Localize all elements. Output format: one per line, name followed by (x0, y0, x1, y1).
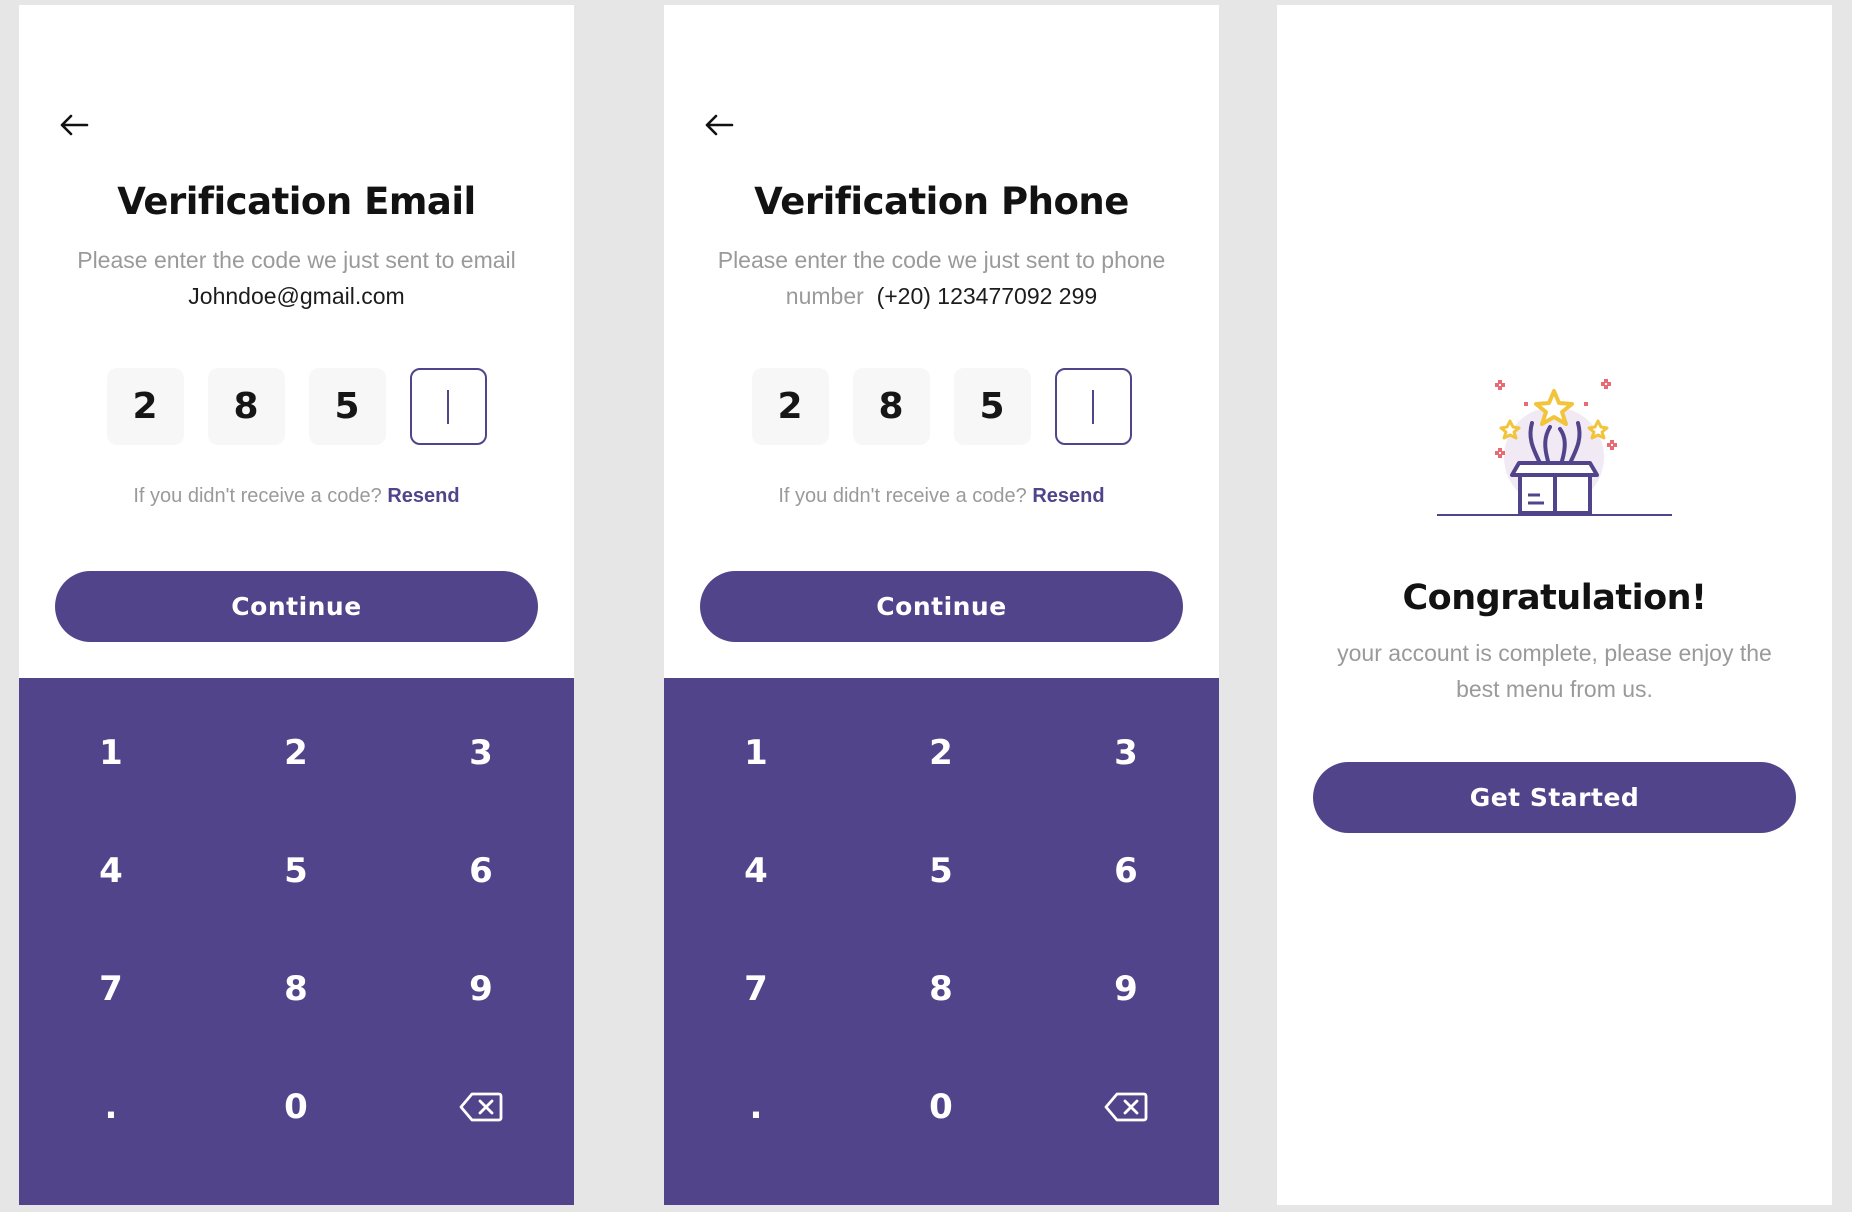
key-delete[interactable] (426, 1067, 536, 1147)
completion-message: your account is complete, please enjoy t… (1337, 640, 1772, 702)
resend-prompt: If you didn't receive a code? Resend (664, 485, 1219, 508)
email-address: Johndoe@gmail.com (188, 283, 405, 309)
key-6[interactable]: 6 (1071, 831, 1181, 911)
key-6[interactable]: 6 (426, 831, 536, 911)
key-dot[interactable]: . (701, 1067, 811, 1147)
verification-email-screen: Verification Email Please enter the code… (19, 5, 574, 1205)
resend-prompt-text: If you didn't receive a code? (133, 485, 382, 507)
key-delete[interactable] (1071, 1067, 1181, 1147)
page-title: Congratulation! (1402, 578, 1708, 618)
instruction-line-2: number (785, 283, 864, 309)
otp-digit-1[interactable]: 2 (106, 368, 184, 445)
congratulation-screen: Congratulation! your account is complete… (1277, 5, 1832, 1205)
key-3[interactable]: 3 (1071, 713, 1181, 793)
resend-prompt: If you didn't receive a code? Resend (19, 485, 574, 508)
instruction-line: Please enter the code we just sent to ph… (717, 247, 1166, 273)
key-2[interactable]: 2 (241, 713, 351, 793)
key-1[interactable]: 1 (56, 713, 166, 793)
page-title: Verification Phone (754, 180, 1129, 223)
resend-link[interactable]: Resend (387, 485, 459, 507)
otp-digit-3[interactable]: 5 (308, 368, 386, 445)
key-5[interactable]: 5 (241, 831, 351, 911)
key-0[interactable]: 0 (886, 1067, 996, 1147)
otp-digit-4[interactable] (409, 368, 487, 445)
key-8[interactable]: 8 (241, 949, 351, 1029)
key-dot[interactable]: . (56, 1067, 166, 1147)
text-cursor (1092, 389, 1094, 424)
otp-digit-4[interactable] (1054, 368, 1132, 445)
arrow-left-icon (705, 114, 734, 136)
verification-phone-screen: Verification Phone Please enter the code… (664, 5, 1219, 1205)
otp-digit-3[interactable]: 5 (953, 368, 1031, 445)
text-cursor (447, 389, 449, 424)
key-9[interactable]: 9 (1071, 949, 1181, 1029)
key-1[interactable]: 1 (701, 713, 811, 793)
gift-box-celebration-icon (1437, 379, 1672, 516)
instruction-text: Please enter the code we just sent to em… (59, 242, 534, 314)
instruction-text: Please enter the code we just sent to ph… (704, 242, 1179, 314)
key-0[interactable]: 0 (241, 1067, 351, 1147)
arrow-left-icon (60, 114, 89, 136)
key-4[interactable]: 4 (56, 831, 166, 911)
backspace-icon (1104, 1092, 1148, 1122)
page-title: Verification Email (117, 180, 476, 223)
key-3[interactable]: 3 (426, 713, 536, 793)
otp-digit-1[interactable]: 2 (751, 368, 829, 445)
back-button[interactable] (54, 105, 94, 145)
resend-link[interactable]: Resend (1032, 485, 1104, 507)
key-4[interactable]: 4 (701, 831, 811, 911)
key-7[interactable]: 7 (701, 949, 811, 1029)
key-2[interactable]: 2 (886, 713, 996, 793)
resend-prompt-text: If you didn't receive a code? (778, 485, 1027, 507)
continue-button[interactable]: Continue (700, 571, 1183, 642)
key-5[interactable]: 5 (886, 831, 996, 911)
otp-digit-2[interactable]: 8 (852, 368, 930, 445)
key-9[interactable]: 9 (426, 949, 536, 1029)
backspace-icon (459, 1092, 503, 1122)
numeric-keypad: 1 2 3 4 5 6 7 8 9 . 0 (19, 678, 574, 1205)
numeric-keypad: 1 2 3 4 5 6 7 8 9 . 0 (664, 678, 1219, 1205)
key-8[interactable]: 8 (886, 949, 996, 1029)
back-button[interactable] (699, 105, 739, 145)
otp-input-group: 2 8 5 (664, 368, 1219, 445)
otp-input-group: 2 8 5 (19, 368, 574, 445)
continue-button[interactable]: Continue (55, 571, 538, 642)
phone-number: (+20) 123477092 299 (876, 283, 1098, 309)
key-7[interactable]: 7 (56, 949, 166, 1029)
get-started-button[interactable]: Get Started (1313, 762, 1796, 833)
otp-digit-2[interactable]: 8 (207, 368, 285, 445)
instruction-line: Please enter the code we just sent to em… (77, 247, 516, 273)
